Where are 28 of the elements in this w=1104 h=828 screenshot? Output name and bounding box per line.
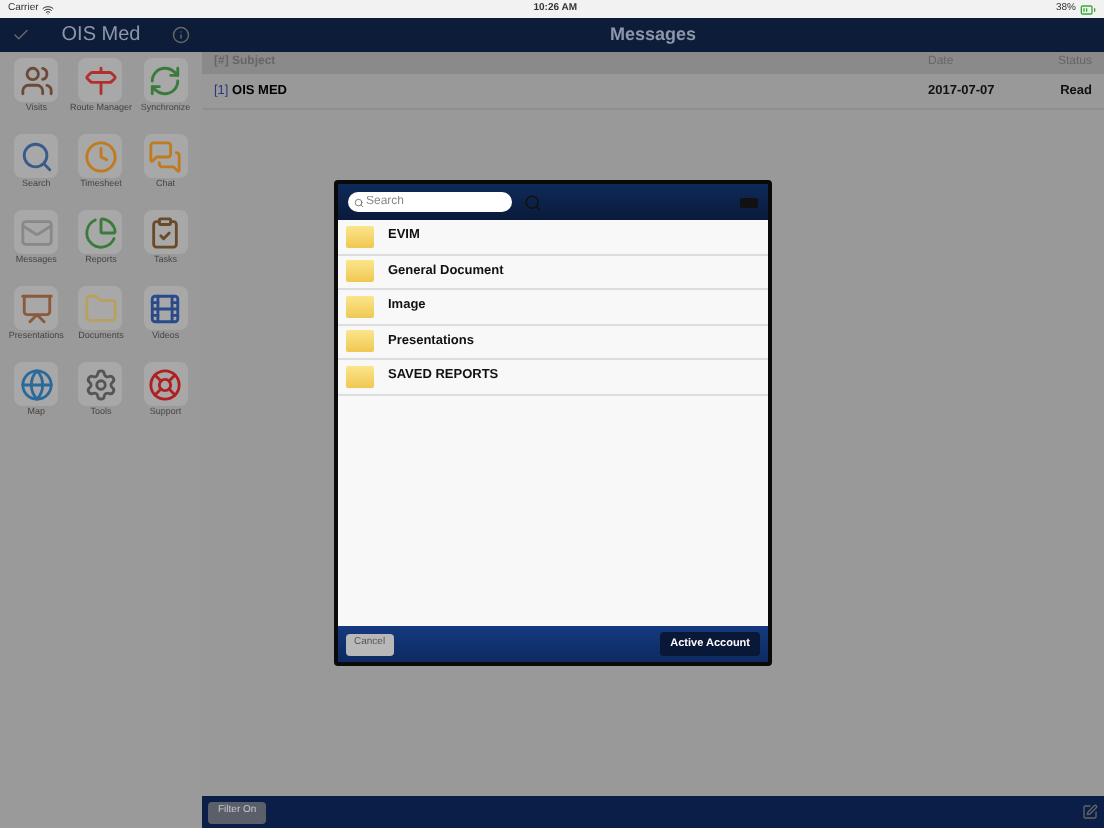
people-icon bbox=[19, 63, 54, 97]
easel-icon bbox=[19, 291, 54, 325]
pie-icon bbox=[83, 215, 118, 249]
film-icon bbox=[148, 291, 183, 325]
mail-icon bbox=[19, 215, 54, 249]
folder-icon bbox=[346, 260, 374, 283]
folder-icon bbox=[346, 225, 374, 248]
folder-icon bbox=[346, 330, 374, 353]
battery-icon bbox=[1079, 1, 1096, 17]
sidebar-title: OIS Med bbox=[61, 22, 141, 50]
info-icon[interactable] bbox=[172, 26, 190, 44]
chat-icon bbox=[148, 139, 183, 173]
folder-icon bbox=[83, 291, 118, 325]
check-icon[interactable] bbox=[12, 26, 30, 44]
wifi-icon bbox=[42, 3, 55, 15]
globe-icon bbox=[19, 367, 54, 401]
nav-title: Messages bbox=[609, 21, 697, 48]
sync-icon bbox=[148, 63, 183, 97]
magnifier-icon bbox=[354, 197, 364, 207]
gear-icon bbox=[83, 367, 118, 401]
signpost-icon bbox=[83, 63, 118, 97]
help-icon bbox=[148, 367, 183, 401]
search-icon bbox=[19, 139, 54, 173]
tasks-icon bbox=[148, 215, 183, 249]
compose-icon[interactable] bbox=[1082, 804, 1098, 820]
folder-icon bbox=[346, 295, 374, 318]
folder-icon bbox=[346, 365, 374, 388]
clock-icon bbox=[83, 139, 118, 173]
